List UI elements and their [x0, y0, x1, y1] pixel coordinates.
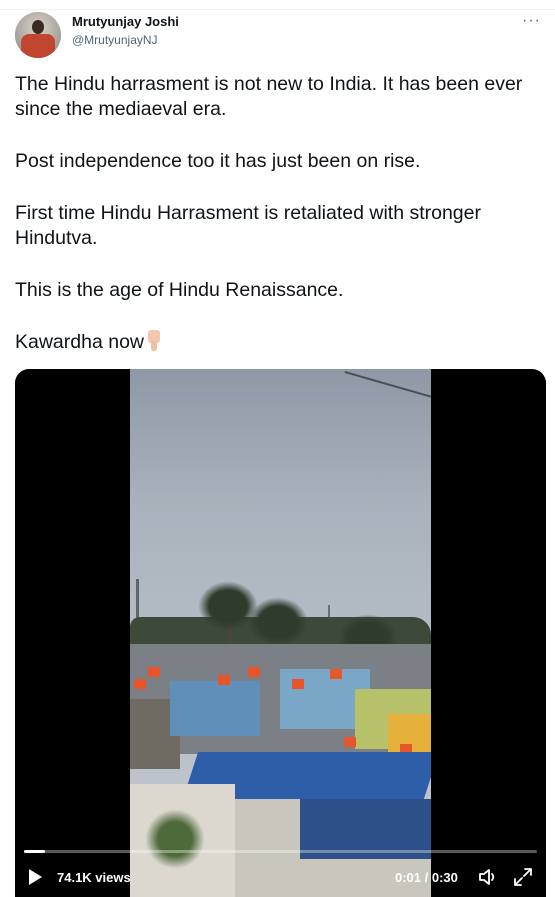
avatar[interactable] [15, 12, 61, 58]
saffron-flag [330, 669, 342, 679]
more-options-icon[interactable]: ··· [522, 12, 541, 30]
tweet-paragraph: First time Hindu Harrasment is retaliate… [15, 202, 481, 249]
tweet-paragraph: The Hindu harrasment is not new to India… [15, 73, 523, 120]
avatar-body [21, 34, 55, 58]
plant [145, 809, 205, 869]
saffron-flag [134, 679, 146, 689]
tweet-paragraph: This is the age of Hindu Renaissance. [15, 279, 344, 301]
author-name[interactable]: Mrutyunjay Joshi [72, 14, 179, 29]
saffron-flag [292, 679, 304, 689]
power-cable [344, 371, 431, 400]
video-progress-bar[interactable] [24, 850, 537, 853]
house [170, 681, 260, 736]
avatar-head [32, 20, 44, 34]
saffron-flag [218, 675, 230, 685]
saffron-flag [344, 737, 356, 747]
play-icon[interactable] [29, 869, 42, 885]
video-time: 0:01 / 0:30 [395, 870, 458, 885]
palm-tree [248, 597, 308, 647]
saffron-flag [148, 667, 160, 677]
tweet-paragraph-text: Kawardha now [15, 331, 144, 353]
video-player[interactable]: 74.1K views 0:01 / 0:30 [15, 369, 546, 897]
view-count: 74.1K views [57, 870, 131, 885]
video-frame [130, 369, 431, 897]
author-handle[interactable]: @MrutyunjayNJ [72, 33, 158, 47]
top-divider [0, 0, 555, 10]
video-progress-fill [24, 850, 45, 853]
fullscreen-icon[interactable] [513, 867, 533, 887]
pointing-down-emoji-icon [144, 330, 164, 352]
volume-icon[interactable] [478, 867, 500, 887]
saffron-flag [248, 667, 260, 677]
tweet-paragraph: Post independence too it has just been o… [15, 150, 421, 172]
tweet-text: The Hindu harrasment is not new to India… [15, 72, 545, 355]
tweet-paragraph-last: Kawardha now [15, 330, 545, 355]
